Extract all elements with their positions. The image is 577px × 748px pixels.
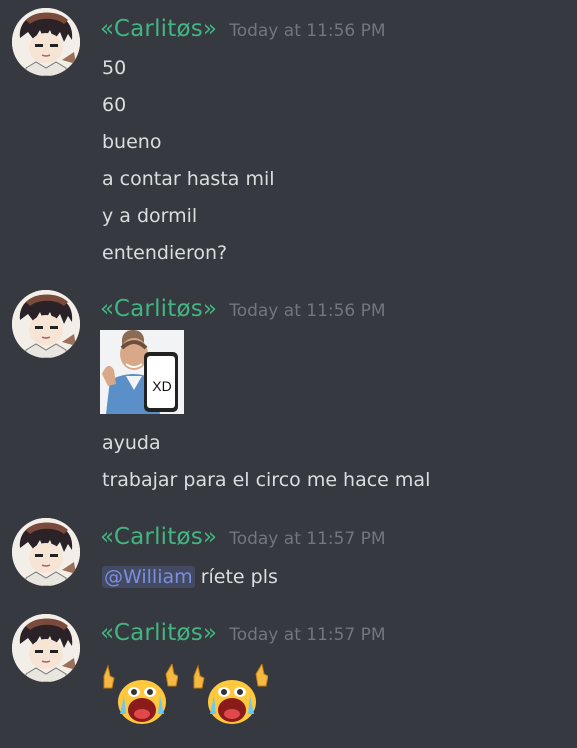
user-mention[interactable]: @William — [102, 566, 195, 588]
username[interactable]: «Carlitøs» — [100, 16, 217, 42]
message-header: «Carlitøs» Today at 11:56 PM — [100, 16, 386, 50]
avatar[interactable] — [12, 8, 80, 76]
message-line: a contar hasta mil — [102, 168, 275, 190]
username[interactable]: «Carlitøs» — [100, 296, 217, 322]
avatar-image — [12, 614, 80, 682]
message-line: 50 — [102, 57, 127, 79]
message-text: ríete pls — [200, 566, 278, 588]
username[interactable]: «Carlitøs» — [100, 524, 217, 550]
crying-face-thumbs-up-emoji[interactable] — [98, 662, 179, 728]
man-holding-phone-xd-image[interactable]: XD — [100, 330, 184, 414]
timestamp: Today at 11:57 PM — [229, 625, 386, 645]
username[interactable]: «Carlitøs» — [100, 620, 217, 646]
avatar[interactable] — [12, 518, 80, 586]
crying-face-thumbs-up-emoji[interactable] — [188, 662, 269, 728]
message-line: entendieron? — [102, 242, 228, 264]
message-header: «Carlitøs» Today at 11:57 PM — [100, 620, 386, 654]
message-line: trabajar para el circo me hace mal — [102, 469, 431, 491]
message-line: @William ríete pls — [102, 564, 278, 590]
message-header: «Carlitøs» Today at 11:56 PM — [100, 296, 386, 330]
sticker-caption: XD — [152, 378, 172, 394]
timestamp: Today at 11:56 PM — [229, 21, 386, 41]
avatar[interactable] — [12, 614, 80, 682]
timestamp: Today at 11:57 PM — [229, 529, 386, 549]
message-line: bueno — [102, 131, 162, 153]
message-header: «Carlitøs» Today at 11:57 PM — [100, 524, 386, 558]
timestamp: Today at 11:56 PM — [229, 301, 386, 321]
message-line: y a dormil — [102, 205, 198, 227]
avatar[interactable] — [12, 290, 80, 358]
message-line: 60 — [102, 94, 127, 116]
chat-messages: «Carlitøs» Today at 11:56 PM 50 60 bueno… — [0, 0, 577, 748]
message-line: ayuda — [102, 432, 161, 454]
avatar-image — [12, 290, 80, 358]
avatar-image — [12, 518, 80, 586]
avatar-image — [12, 8, 80, 76]
